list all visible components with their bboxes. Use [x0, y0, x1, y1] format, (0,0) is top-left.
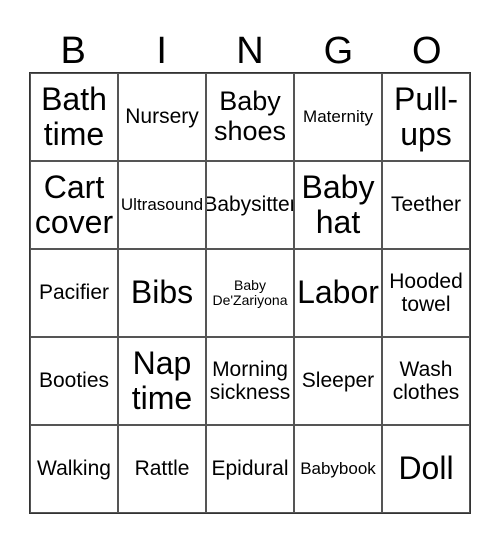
bingo-cell[interactable]: Pull-ups: [382, 73, 470, 161]
bingo-cell[interactable]: Bath time: [30, 73, 118, 161]
header-letter-b: B: [60, 30, 86, 72]
bingo-cell[interactable]: Pacifier: [30, 249, 118, 337]
bingo-cell[interactable]: Nap time: [118, 337, 206, 425]
bingo-cell[interactable]: Ultrasound: [118, 161, 206, 249]
bingo-cell[interactable]: Doll: [382, 425, 470, 513]
bingo-cell[interactable]: Booties: [30, 337, 118, 425]
bingo-cell[interactable]: Baby shoes: [206, 73, 294, 161]
bingo-cell[interactable]: Epidural: [206, 425, 294, 513]
bingo-cell[interactable]: Teether: [382, 161, 470, 249]
bingo-cell[interactable]: Labor: [294, 249, 382, 337]
bingo-cell[interactable]: Walking: [30, 425, 118, 513]
bingo-cell[interactable]: Hooded towel: [382, 249, 470, 337]
bingo-cell[interactable]: Rattle: [118, 425, 206, 513]
header-letter-i: I: [156, 30, 167, 72]
bingo-cell[interactable]: Sleeper: [294, 337, 382, 425]
bingo-cell[interactable]: Baby De'Zariyona: [206, 249, 294, 337]
bingo-cell[interactable]: Wash clothes: [382, 337, 470, 425]
bingo-cell[interactable]: Cart cover: [30, 161, 118, 249]
bingo-cell[interactable]: Bibs: [118, 249, 206, 337]
bingo-cell[interactable]: Morning sickness: [206, 337, 294, 425]
header-letter-o: O: [412, 30, 442, 72]
bingo-cell[interactable]: Babybook: [294, 425, 382, 513]
bingo-cell[interactable]: Baby hat: [294, 161, 382, 249]
header-letter-g: G: [323, 30, 354, 72]
bingo-grid: Bath time Nursery Baby shoes Maternity Pull-…: [29, 72, 471, 514]
bingo-cell[interactable]: Nursery: [118, 73, 206, 161]
bingo-cell[interactable]: Babysitter: [206, 161, 294, 249]
bingo-header: B I N G O: [29, 28, 471, 74]
bingo-cell[interactable]: Maternity: [294, 73, 382, 161]
header-letter-n: N: [236, 30, 264, 72]
